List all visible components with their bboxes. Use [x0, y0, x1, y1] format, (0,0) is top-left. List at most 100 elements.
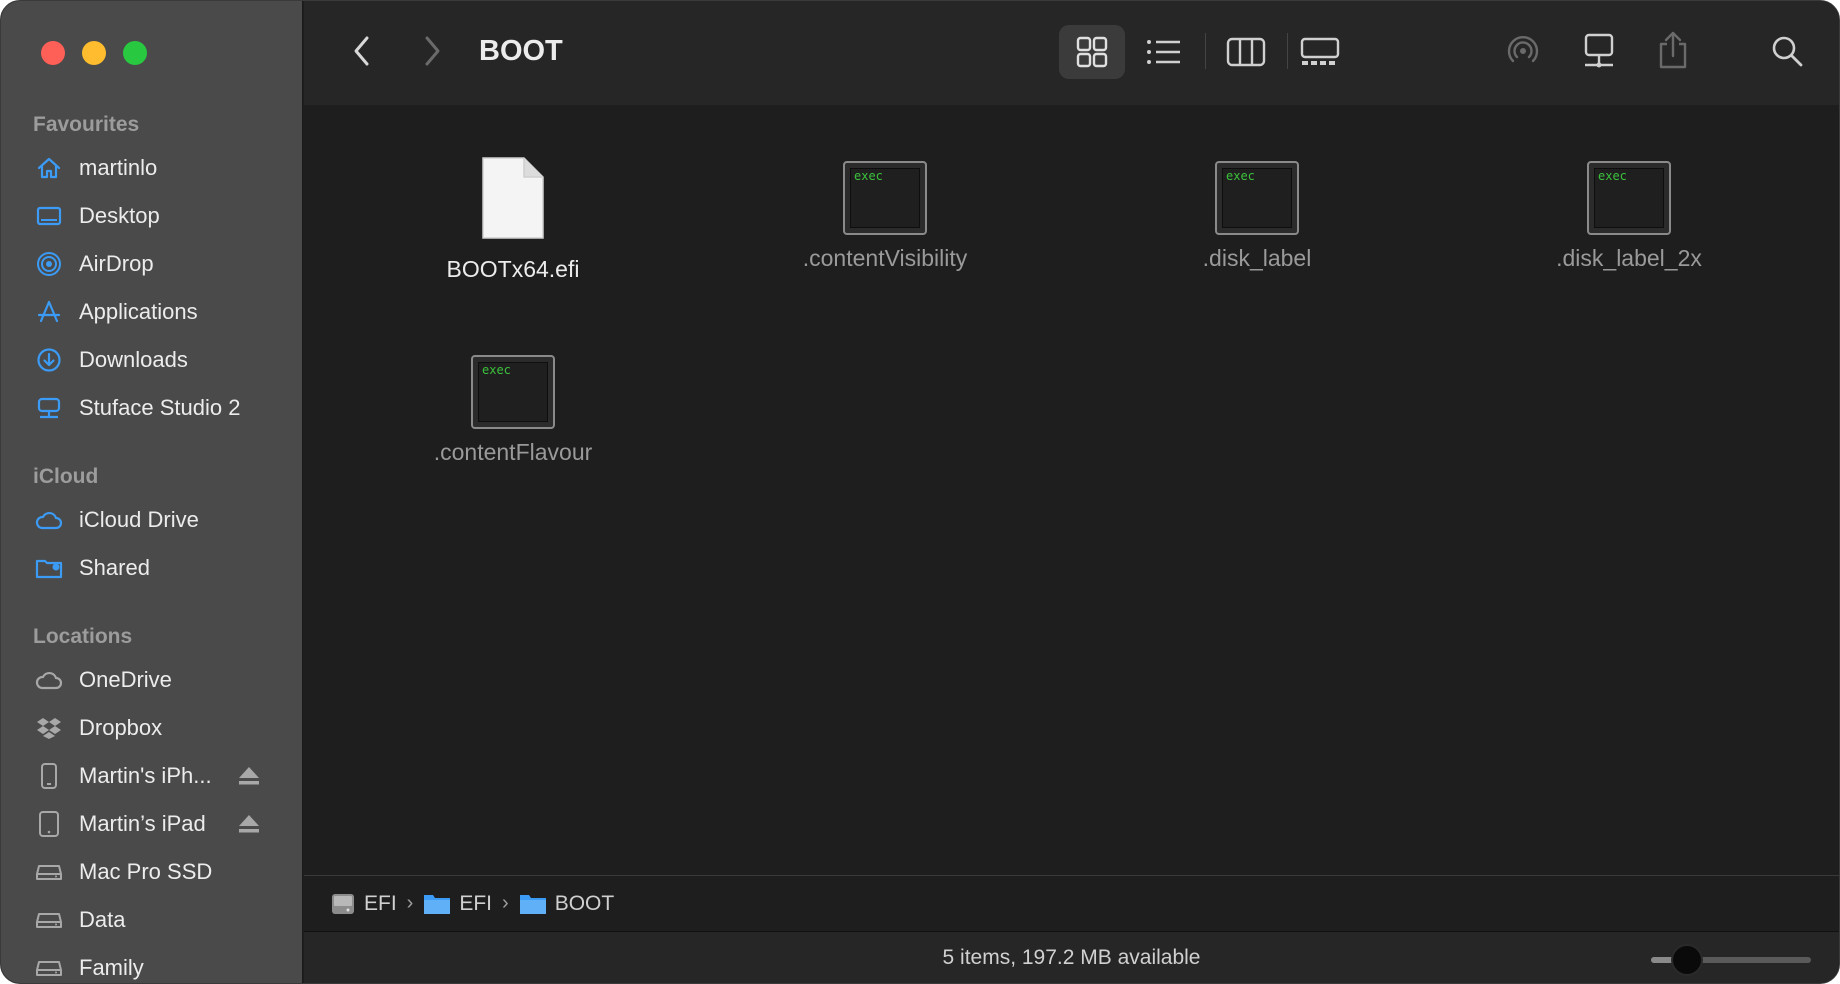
drive-icon — [35, 954, 63, 982]
sidebar-item-label: Stuface Studio 2 — [79, 395, 241, 420]
share-button[interactable] — [1653, 27, 1693, 73]
sidebar-item-label: Martin's iPh... — [79, 763, 212, 788]
status-text: 5 items, 197.2 MB available — [942, 946, 1201, 969]
path-crumb-label: BOOT — [554, 891, 615, 915]
file-item[interactable]: exec .contentFlavour — [383, 355, 643, 466]
columns-icon — [1226, 37, 1266, 67]
home-icon — [35, 154, 63, 182]
minimize-window-button[interactable] — [82, 41, 106, 65]
sidebar-item-stuface-studio[interactable]: Stuface Studio 2 — [1, 384, 303, 432]
drive-icon — [35, 858, 63, 886]
sidebar-header-favourites: Favourites — [33, 113, 140, 136]
applications-icon — [35, 298, 63, 326]
chevron-right-icon — [425, 36, 440, 66]
airdrop-button[interactable] — [1503, 29, 1543, 73]
file-item[interactable]: exec .disk_label — [1127, 161, 1387, 272]
path-crumb-label: EFI — [459, 891, 493, 915]
chevron-right-icon: › — [502, 892, 509, 914]
sidebar-item-label: iCloud Drive — [79, 507, 199, 532]
sidebar-item-onedrive[interactable]: OneDrive — [1, 656, 303, 704]
toolbar-separator — [1205, 33, 1206, 69]
search-icon — [1772, 36, 1803, 67]
sidebar-item-dropbox[interactable]: Dropbox — [1, 704, 303, 752]
sidebar-item-family[interactable]: Family — [1, 944, 303, 983]
file-item[interactable]: exec .contentVisibility — [755, 161, 1015, 272]
connect-server-button[interactable] — [1579, 29, 1619, 73]
sidebar-item-airdrop[interactable]: AirDrop — [1, 240, 303, 288]
file-item[interactable]: exec .disk_label_2x — [1499, 161, 1759, 272]
list-icon — [1147, 40, 1180, 64]
airdrop-icon — [1507, 36, 1539, 63]
ipad-icon — [35, 810, 63, 838]
exec-icon: exec — [843, 161, 927, 235]
gallery-view-button[interactable] — [1287, 25, 1353, 79]
sidebar-item-data[interactable]: Data — [1, 896, 303, 944]
file-name: .disk_label — [1202, 245, 1312, 271]
sidebar-item-label: Downloads — [79, 347, 188, 372]
cloud-icon — [35, 666, 63, 694]
slider-knob[interactable] — [1671, 944, 1703, 976]
cloud-icon — [35, 506, 63, 534]
sidebar-header-locations: Locations — [33, 625, 133, 648]
file-browser-content: BOOTx64.efi exec .contentVisibility exec… — [304, 105, 1839, 873]
file-name: .contentFlavour — [433, 439, 593, 465]
finder-window: Favourites martinlo Desktop AirDrop Appl… — [0, 0, 1840, 984]
file-name: .contentVisibility — [802, 245, 968, 271]
sidebar-item-desktop[interactable]: Desktop — [1, 192, 303, 240]
forward-button[interactable] — [414, 31, 450, 71]
sidebar-item-ipad[interactable]: Martin’s iPad — [1, 800, 303, 848]
sidebar-section-locations: Locations OneDrive Dropbox Martin's iPh.… — [1, 622, 303, 983]
icon-size-slider[interactable] — [1651, 944, 1811, 976]
sidebar-section-icloud: iCloud iCloud Drive Shared — [1, 462, 303, 592]
path-bar: EFI › EFI › BOOT — [304, 875, 1839, 931]
sidebar-item-mac-pro-ssd[interactable]: Mac Pro SSD — [1, 848, 303, 896]
path-crumb-efi-volume[interactable]: EFI — [330, 891, 397, 917]
zoom-window-button[interactable] — [123, 41, 147, 65]
file-name: .disk_label_2x — [1556, 245, 1702, 271]
sidebar-item-label: Applications — [79, 299, 198, 324]
dropbox-icon — [35, 714, 63, 742]
sidebar-item-applications[interactable]: Applications — [1, 288, 303, 336]
sidebar-section-favourites: Favourites martinlo Desktop AirDrop Appl… — [1, 110, 303, 432]
grid-icon — [1076, 36, 1108, 68]
back-button[interactable] — [344, 31, 380, 71]
downloads-icon — [35, 346, 63, 374]
close-window-button[interactable] — [41, 41, 65, 65]
file-item[interactable]: BOOTx64.efi — [383, 155, 643, 283]
icon-view-button[interactable] — [1059, 25, 1125, 79]
eject-icon[interactable] — [237, 764, 261, 788]
file-name: BOOTx64.efi — [446, 256, 580, 282]
sidebar-item-label: Dropbox — [79, 715, 163, 740]
share-icon — [1659, 31, 1687, 69]
window-title: BOOT — [479, 35, 563, 67]
desktop-icon — [35, 202, 63, 230]
sidebar-item-home[interactable]: martinlo — [1, 144, 303, 192]
search-button[interactable] — [1767, 31, 1807, 71]
gallery-icon — [1300, 37, 1340, 65]
folder-icon — [519, 894, 546, 914]
sidebar-item-label: Shared — [79, 555, 150, 580]
sidebar-item-iphone[interactable]: Martin's iPh... — [1, 752, 303, 800]
status-bar: 5 items, 197.2 MB available — [304, 931, 1839, 983]
sidebar-item-icloud-drive[interactable]: iCloud Drive — [1, 496, 303, 544]
sidebar-item-shared[interactable]: Shared — [1, 544, 303, 592]
column-view-button[interactable] — [1213, 25, 1279, 79]
network-icon — [1584, 33, 1614, 68]
exec-icon: exec — [1587, 161, 1671, 235]
sidebar-item-label: Martin’s iPad — [79, 811, 206, 836]
sidebar: Favourites martinlo Desktop AirDrop Appl… — [1, 1, 303, 983]
sidebar-item-label: AirDrop — [79, 251, 154, 276]
sidebar-item-label: OneDrive — [79, 667, 172, 692]
list-view-button[interactable] — [1131, 25, 1197, 79]
drive-icon — [332, 893, 354, 914]
folder-icon — [424, 894, 451, 914]
sidebar-item-label: Family — [79, 955, 144, 980]
path-crumb-efi-folder[interactable]: EFI — [423, 892, 492, 916]
sidebar-item-downloads[interactable]: Downloads — [1, 336, 303, 384]
document-icon — [482, 157, 544, 239]
path-crumb-label: EFI — [364, 891, 397, 915]
shared-folder-icon — [35, 554, 63, 582]
eject-icon[interactable] — [237, 812, 261, 836]
path-crumb-boot-folder[interactable]: BOOT — [519, 891, 615, 916]
sidebar-item-label: Desktop — [79, 203, 160, 228]
